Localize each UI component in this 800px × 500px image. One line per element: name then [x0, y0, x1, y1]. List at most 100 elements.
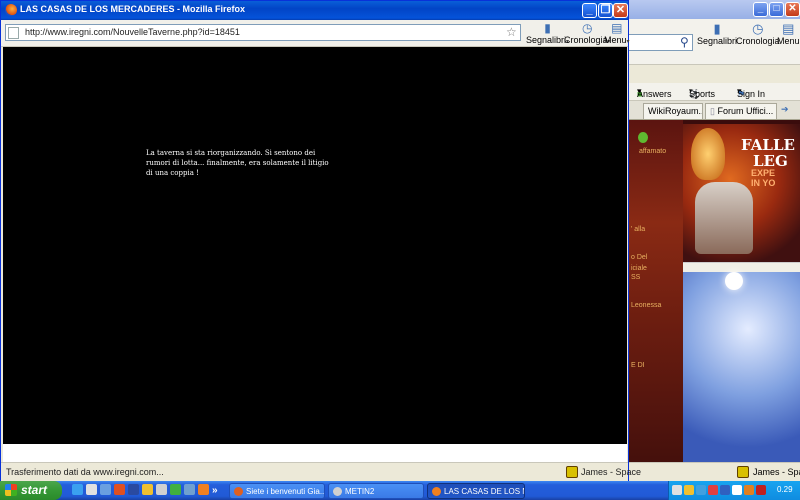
tab-scroll-arrow-icon[interactable]: ➔ [781, 104, 789, 115]
volume-icon[interactable] [696, 485, 706, 495]
background-menu-button[interactable]: ▤ Menu [777, 21, 800, 47]
status-bar: Trasferimento dati da www.iregni.com... … [1, 462, 641, 481]
horizontal-scrollbar[interactable] [683, 262, 800, 272]
background-minimize-button[interactable]: _ [753, 2, 768, 17]
taskbar-item-las-casas[interactable]: LAS CASAS DE LOS M... [427, 483, 525, 499]
antivirus-icon[interactable] [708, 485, 718, 495]
bookmarks-label: Segnalibri [526, 35, 567, 45]
background-status-text: James - Space [753, 467, 800, 477]
tab-forum[interactable]: ▯ Forum Uffici... [705, 103, 777, 119]
tab-label: WikiRoyaum... [648, 106, 703, 116]
firefox-window[interactable]: LAS CASAS DE LOS MERCADERES - Mozilla Fi… [0, 0, 641, 481]
app-tray-icon[interactable] [744, 485, 754, 495]
clock[interactable]: 0.29 [777, 485, 793, 494]
menu-icon: ▤ [611, 21, 623, 35]
background-page-content: affamato ' alla o Del iciale SS Leonessa… [629, 120, 800, 462]
taskbar-item-metin2[interactable]: METIN2 [328, 483, 424, 499]
start-label: start [21, 483, 48, 497]
game-advertisement-banner[interactable]: FALLE LEG EXPE IN YO [683, 124, 800, 262]
url-text[interactable]: http://www.iregni.com/NouvelleTaverne.ph… [25, 27, 240, 37]
windows-logo-icon [5, 484, 17, 496]
page-content: La taverna si sta riorganizzando. Si sen… [3, 47, 627, 444]
close-button[interactable]: ✕ [613, 3, 628, 18]
messenger-icon[interactable] [170, 484, 181, 495]
navigation-toolbar: http://www.iregni.com/NouvelleTaverne.ph… [1, 20, 630, 47]
history-label: Cronologia [736, 36, 780, 46]
search-icon[interactable]: ⚲ [680, 35, 689, 49]
dropdown-arrow-icon: ▾ [626, 39, 630, 45]
start-button[interactable]: start [0, 481, 62, 500]
address-bar[interactable]: http://www.iregni.com/NouvelleTaverne.ph… [5, 24, 521, 41]
tray-expand-icon[interactable] [672, 485, 682, 495]
firefox-icon[interactable] [5, 4, 17, 16]
background-maximize-button[interactable]: □ [769, 2, 784, 17]
answers-link[interactable]: ■ Answers ▾ [637, 86, 672, 99]
taskbar-item-siete[interactable]: Siete i benvenuti Gia... [229, 483, 325, 499]
app-tray-icon[interactable] [732, 485, 742, 495]
page-icon [8, 27, 19, 39]
bookmark-star-icon[interactable]: ☆ [506, 25, 517, 39]
folder-icon[interactable] [142, 484, 153, 495]
app-icon[interactable] [86, 484, 97, 495]
background-titlebar[interactable]: _ □ ✕ [629, 0, 800, 19]
system-tray: 0.29 [668, 481, 800, 500]
sign-in-label: Sign In [737, 89, 766, 99]
apple-icon [638, 132, 648, 143]
restore-button[interactable]: ❐ [598, 3, 613, 18]
page-icon: ▯ [710, 106, 715, 116]
media-icon[interactable] [114, 484, 125, 495]
sign-in-link[interactable]: ⚑ Sign In ▾ [737, 86, 765, 99]
app-tray-icon[interactable] [720, 485, 730, 495]
app-icon[interactable] [156, 484, 167, 495]
ad-emblem-image [691, 128, 725, 180]
page-text-fragment: o Del [631, 254, 648, 261]
tab-wikiroyaume[interactable]: WikiRoyaum... [643, 103, 703, 119]
firefox-icon[interactable] [198, 484, 209, 495]
network-icon[interactable] [684, 485, 694, 495]
ad-subtitle-line2: IN YO [751, 178, 776, 188]
background-browser-window[interactable]: _ □ ✕ ⚲ ▮ Segnalibri ◷ Cronologia ▤ Menu… [628, 0, 800, 481]
taskbar-item-label: METIN2 [345, 487, 375, 496]
background-bookmarks-button[interactable]: ▮ Segnalibri [697, 21, 737, 47]
history-label: Cronologia [564, 35, 608, 45]
firefox-icon [234, 487, 243, 496]
page-text-fragment: SS [631, 274, 641, 281]
window-titlebar[interactable]: LAS CASAS DE LOS MERCADERES - Mozilla Fi… [1, 1, 628, 20]
bookmarks-button[interactable]: ▮ Segnalibri▾ [526, 21, 569, 45]
tab-label: Forum Uffici... [717, 106, 774, 116]
background-history-button[interactable]: ◷ Cronologia [736, 21, 780, 47]
internet-explorer-icon[interactable] [72, 484, 83, 495]
page-text-fragment: iciale [631, 265, 647, 272]
page-left-column: affamato ' alla o Del iciale SS Leonessa… [629, 120, 683, 462]
menu-label: Menu [777, 36, 800, 46]
winter-scene-image [683, 272, 800, 462]
ad-subtitle: EXPE [751, 168, 776, 178]
mail-icon[interactable] [128, 484, 139, 495]
background-close-button[interactable]: ✕ [785, 2, 800, 17]
page-text-fragment: E DI [631, 362, 645, 369]
minimize-button[interactable]: _ [582, 3, 597, 18]
background-tab-strip: WikiRoyaum... ▯ Forum Uffici... ➔ [629, 101, 800, 120]
history-icon: ◷ [752, 21, 764, 36]
background-toolbar: ⚲ ▮ Segnalibri ◷ Cronologia ▤ Menu [629, 19, 800, 65]
show-desktop-icon[interactable] [100, 484, 111, 495]
app-tray-icon[interactable] [756, 485, 766, 495]
extension-icon[interactable] [737, 466, 749, 478]
page-text-fragment: affamato [639, 148, 667, 155]
menu-button[interactable]: ▤ Menu▾ [604, 21, 630, 45]
bookmarks-icon: ▮ [713, 21, 721, 36]
menu-icon: ▤ [782, 21, 795, 36]
sports-link[interactable]: ⚽ Sports ▾ [689, 86, 715, 99]
app-icon[interactable] [184, 484, 195, 495]
taskbar-item-label: LAS CASAS DE LOS M... [444, 487, 524, 496]
tavern-message: La taverna si sta riorganizzando. Si sen… [146, 149, 329, 177]
ad-character-image [695, 182, 753, 254]
taskbar-item-label: Siete i benvenuti Gia... [246, 487, 325, 496]
page-bottom-area [3, 444, 627, 462]
background-links-bar: ■ Answers ▾ ⚽ Sports ▾ ⚑ Sign In ▾ [629, 83, 800, 101]
background-status-bar: James - Space [629, 462, 800, 481]
quick-launch-more-icon[interactable]: » [212, 485, 218, 496]
page-text-fragment: ' alla [631, 226, 646, 233]
status-right-label: James - Space [581, 467, 642, 477]
extension-icon[interactable] [566, 466, 578, 478]
